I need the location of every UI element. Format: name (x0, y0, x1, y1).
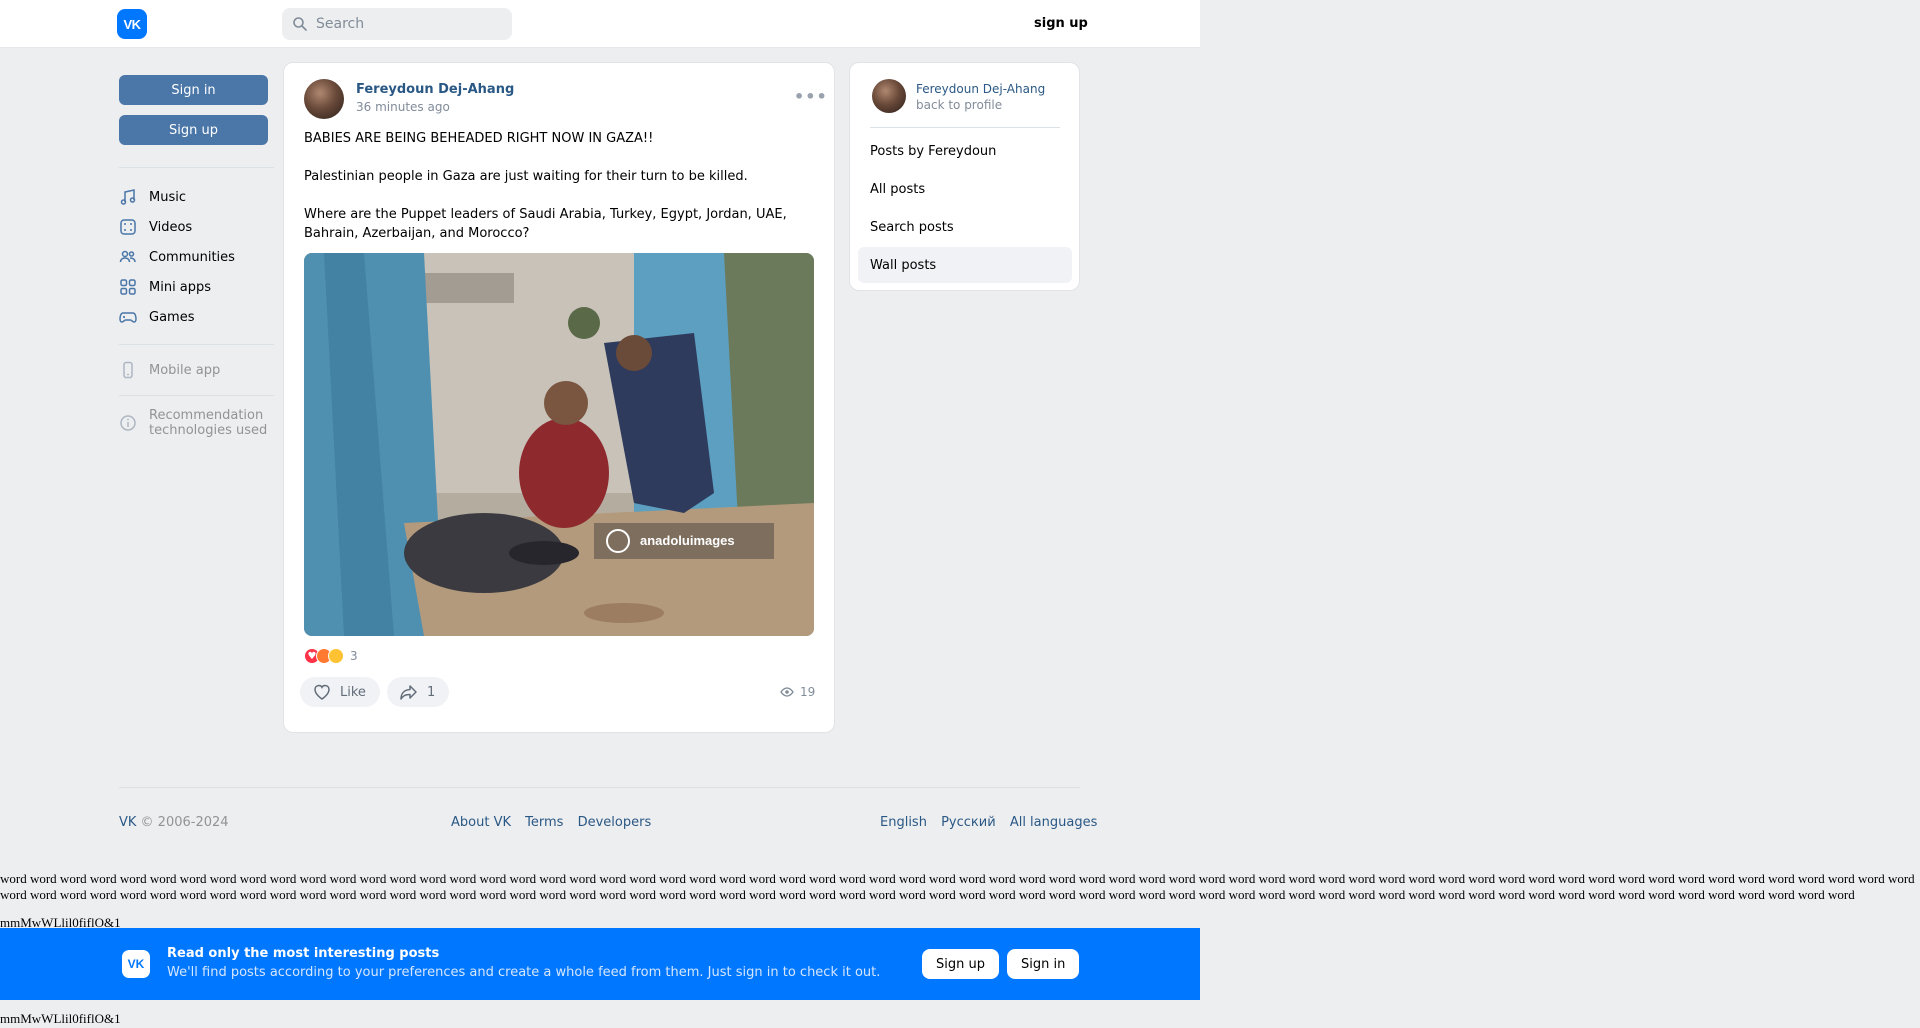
sidebar-divider (119, 344, 274, 345)
post-card: Fereydoun Dej-Ahang 36 minutes ago ••• B… (283, 62, 835, 733)
apps-icon (120, 279, 136, 295)
sidebar-item-label: Mobile app (149, 362, 221, 378)
vk-logo-icon[interactable]: VK (117, 9, 147, 39)
eye-icon (780, 687, 794, 697)
footer-copyright: VK © 2006-2024 (119, 815, 229, 830)
profile-card-divider (870, 127, 1060, 128)
sidebar-item-label: Music (149, 189, 186, 205)
share-button[interactable]: 1 (387, 677, 450, 707)
sidebar-item-music[interactable]: Music (119, 185, 186, 209)
sidebar-signup-button[interactable]: Sign up (119, 115, 268, 145)
more-options-icon[interactable]: ••• (794, 87, 828, 106)
sidebar-item-mobile-app[interactable]: Mobile app (119, 358, 220, 382)
banner-signin-button[interactable]: Sign in (1007, 949, 1080, 979)
footer-links: About VK Terms Developers (451, 815, 661, 830)
nav-wall-posts[interactable]: Wall posts (858, 247, 1072, 283)
post-paragraph: BABIES ARE BEING BEHEADED RIGHT NOW IN G… (304, 131, 654, 146)
recommendation-line1: Recommendation (149, 408, 264, 423)
post-photo[interactable]: anadoluimages (304, 253, 814, 636)
post-author-link[interactable]: Fereydoun Dej-Ahang (356, 82, 514, 97)
recommendation-label: Recommendation technologies used (149, 408, 267, 438)
signin-banner: VK Read only the most interesting posts … (0, 928, 1200, 1000)
nav-search-posts[interactable]: Search posts (858, 209, 1072, 245)
header-signup-link[interactable]: sign up (1034, 16, 1088, 31)
share-count: 1 (427, 684, 436, 700)
sidebar-item-label: Games (149, 309, 195, 325)
profile-avatar[interactable] (872, 79, 906, 113)
footer-divider (119, 787, 1080, 788)
vk-logo-icon: VK (122, 950, 150, 978)
share-icon (400, 685, 417, 700)
reactions-count: 3 (350, 649, 358, 663)
copyright-years: © 2006-2024 (136, 815, 229, 830)
footer-about-link[interactable]: About VK (451, 815, 511, 830)
top-bar: VK sign up (0, 0, 1200, 48)
sidebar-item-mini-apps[interactable]: Mini apps (119, 275, 211, 299)
back-to-profile-link[interactable]: back to profile (916, 98, 1002, 112)
views-count: 19 (800, 685, 816, 699)
footer-terms-link[interactable]: Terms (525, 815, 563, 830)
banner-title: Read only the most interesting posts (167, 946, 440, 961)
filler-text: word word word word word word word word … (0, 871, 1915, 902)
glyph-test-string: mmMwWLlil0fiflO&1 (0, 1011, 121, 1026)
sidebar-divider (119, 167, 274, 168)
like-label: Like (340, 684, 366, 700)
sidebar-item-games[interactable]: Games (119, 305, 194, 329)
post-paragraph: Where are the Puppet leaders of Saudi Ar… (304, 207, 787, 241)
banner-subtitle: We'll find posts according to your prefe… (167, 965, 881, 980)
sidebar-signin-button[interactable]: Sign in (119, 75, 268, 105)
profile-nav-card: Fereydoun Dej-Ahang back to profile Post… (849, 62, 1080, 291)
photo-watermark: anadoluimages (640, 533, 735, 548)
search-box[interactable] (282, 8, 512, 40)
nav-all-posts[interactable]: All posts (858, 171, 1072, 207)
like-button[interactable]: Like (300, 677, 380, 707)
sidebar-item-recommendation[interactable]: Recommendation technologies used (119, 408, 267, 442)
hospital-scene-image: anadoluimages (304, 253, 814, 636)
sidebar-divider (119, 395, 274, 396)
sad-reaction-icon (328, 648, 344, 664)
video-icon (120, 219, 136, 235)
sidebar-item-label: Videos (149, 219, 193, 235)
sidebar-item-label: Mini apps (149, 279, 212, 295)
nav-posts-by-author[interactable]: Posts by Fereydoun (858, 133, 1072, 169)
banner-signup-button[interactable]: Sign up (922, 949, 999, 979)
recommendation-line2: technologies used (149, 423, 268, 438)
sidebar-item-label: Communities (149, 249, 235, 265)
gamepad-icon (119, 312, 137, 323)
heart-icon (314, 684, 330, 700)
phone-icon (123, 361, 133, 379)
lang-russian-link[interactable]: Русский (941, 815, 996, 830)
lang-all-link[interactable]: All languages (1010, 815, 1098, 830)
footer-vk-link[interactable]: VK (119, 815, 136, 830)
author-avatar[interactable] (304, 79, 344, 119)
footer-languages: English Русский All languages (880, 815, 1097, 830)
reactions-summary[interactable]: ♥ 3 (304, 648, 358, 664)
search-icon (293, 17, 307, 31)
sidebar-item-communities[interactable]: Communities (119, 245, 235, 269)
post-paragraph: Palestinian people in Gaza are just wait… (304, 169, 748, 184)
post-timestamp[interactable]: 36 minutes ago (356, 100, 450, 114)
lang-english-link[interactable]: English (880, 815, 927, 830)
footer-developers-link[interactable]: Developers (578, 815, 652, 830)
users-icon (119, 250, 136, 263)
music-icon (120, 189, 136, 205)
views-counter: 19 (780, 685, 815, 699)
profile-name-link[interactable]: Fereydoun Dej-Ahang (916, 82, 1045, 96)
post-text: BABIES ARE BEING BEHEADED RIGHT NOW IN G… (304, 129, 814, 262)
search-input[interactable] (316, 16, 496, 32)
info-icon (120, 415, 136, 431)
sidebar-item-videos[interactable]: Videos (119, 215, 192, 239)
